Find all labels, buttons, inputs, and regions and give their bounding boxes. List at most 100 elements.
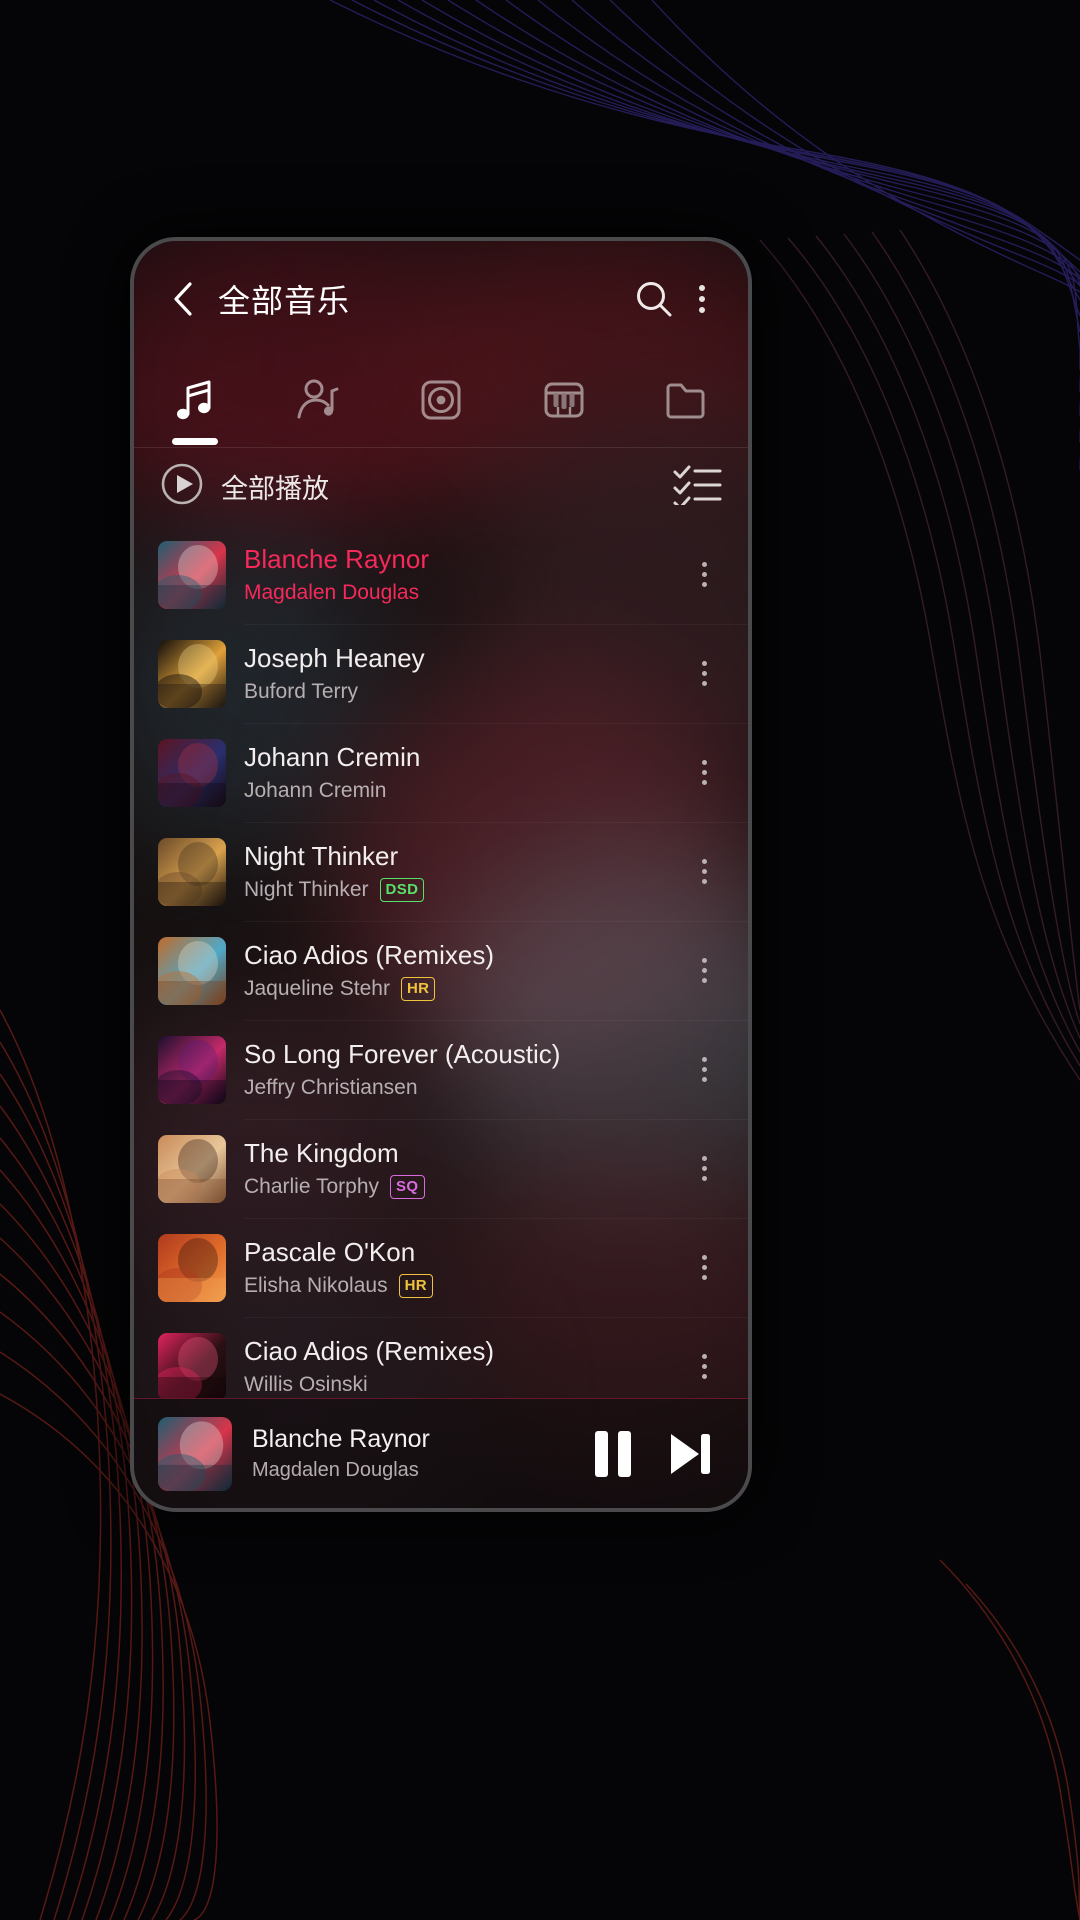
- quality-badge: SQ: [390, 1174, 425, 1199]
- song-artist: Willis Osinski: [244, 1372, 368, 1396]
- piano-keys-icon: [538, 374, 590, 431]
- song-subline: Willis Osinski: [244, 1373, 682, 1397]
- song-title: So Long Forever (Acoustic): [244, 1039, 561, 1070]
- album-artwork: [158, 837, 226, 906]
- song-title: Blanche Raynor: [244, 544, 429, 575]
- song-row[interactable]: So Long Forever (Acoustic) Jeffry Christi…: [134, 1020, 748, 1119]
- song-subline: Night Thinker DSD: [244, 877, 682, 902]
- more-options-button[interactable]: [682, 271, 722, 327]
- play-all-row[interactable]: 全部播放: [134, 448, 748, 525]
- song-options-button[interactable]: [682, 639, 726, 709]
- song-options-button[interactable]: [682, 1233, 726, 1303]
- song-row[interactable]: Blanche Raynor Magdalen Douglas: [134, 525, 748, 624]
- overflow-menu-icon: [701, 859, 707, 884]
- song-title: Ciao Adios (Remixes): [244, 940, 494, 971]
- song-meta: Ciao Adios (Remixes) Jaqueline Stehr HR: [244, 940, 682, 1001]
- song-subline: Buford Terry: [244, 680, 682, 704]
- album-artwork: [158, 1134, 226, 1203]
- song-row[interactable]: Pascale O'Kon Elisha Nikolaus HR: [134, 1218, 748, 1317]
- song-meta: Joseph Heaney Buford Terry: [244, 643, 682, 704]
- search-button[interactable]: [626, 271, 682, 327]
- song-list[interactable]: Blanche Raynor Magdalen Douglas Joseph Hea…: [134, 525, 748, 1398]
- song-options-button[interactable]: [682, 1035, 726, 1105]
- song-row[interactable]: Night Thinker Night Thinker DSD: [134, 822, 748, 921]
- song-row[interactable]: Joseph Heaney Buford Terry: [134, 624, 748, 723]
- song-subline: Charlie Torphy SQ: [244, 1174, 682, 1199]
- play-circle-icon: [160, 462, 204, 511]
- mini-player[interactable]: Blanche Raynor Magdalen Douglas: [134, 1398, 748, 1508]
- song-row[interactable]: Ciao Adios (Remixes) Willis Osinski: [134, 1317, 748, 1398]
- quality-badge: DSD: [379, 877, 425, 902]
- album-artwork: [158, 1332, 226, 1398]
- song-options-button[interactable]: [682, 1134, 726, 1204]
- overflow-menu-icon: [701, 1156, 707, 1181]
- phone-mockup-frame: 全部音乐 全部播放 Blanche Raynor Magdalen Dougla…: [130, 237, 752, 1512]
- song-artist: Jaqueline Stehr: [244, 976, 390, 1000]
- back-button[interactable]: [160, 276, 206, 322]
- play-all-label: 全部播放: [221, 474, 329, 504]
- song-options-button[interactable]: [682, 1332, 726, 1399]
- screenshot-root: 全部音乐 全部播放 Blanche Raynor Magdalen Dougla…: [0, 0, 1080, 1920]
- song-title: Ciao Adios (Remixes): [244, 1336, 494, 1367]
- overflow-menu-icon: [699, 285, 705, 313]
- song-row[interactable]: Ciao Adios (Remixes) Jaqueline Stehr HR: [134, 921, 748, 1020]
- song-artist: Charlie Torphy: [244, 1174, 380, 1198]
- mini-player-artist: Magdalen Douglas: [252, 1459, 419, 1481]
- song-title: Pascale O'Kon: [244, 1237, 416, 1268]
- song-artist: Elisha Nikolaus: [244, 1273, 388, 1297]
- page-title: 全部音乐: [218, 283, 351, 319]
- song-meta: Johann Cremin Johann Cremin: [244, 742, 682, 803]
- overflow-menu-icon: [701, 1354, 707, 1379]
- chevron-left-icon: [174, 282, 192, 316]
- overflow-menu-icon: [701, 1255, 707, 1280]
- folder-icon: [661, 374, 713, 431]
- song-subline: Jeffry Christiansen: [244, 1076, 682, 1100]
- song-options-button[interactable]: [682, 738, 726, 808]
- tab-genres[interactable]: [502, 357, 625, 447]
- song-subline: Jaqueline Stehr HR: [244, 976, 682, 1001]
- pause-icon: [595, 1430, 631, 1477]
- album-artwork: [158, 1035, 226, 1104]
- song-artist: Night Thinker: [244, 877, 369, 901]
- song-subline: Johann Cremin: [244, 779, 682, 803]
- overflow-menu-icon: [701, 958, 707, 983]
- song-meta: Blanche Raynor Magdalen Douglas: [244, 544, 682, 605]
- song-row[interactable]: Johann Cremin Johann Cremin: [134, 723, 748, 822]
- overflow-menu-icon: [701, 562, 707, 587]
- mini-player-title: Blanche Raynor: [252, 1425, 430, 1453]
- song-options-button[interactable]: [682, 936, 726, 1006]
- quality-badge: HR: [400, 976, 436, 1001]
- album-artwork: [158, 540, 226, 609]
- song-title: Johann Cremin: [244, 742, 421, 773]
- album-artwork: [158, 936, 226, 1005]
- multiselect-button[interactable]: [672, 463, 722, 510]
- song-options-button[interactable]: [682, 837, 726, 907]
- overflow-menu-icon: [701, 1057, 707, 1082]
- song-row[interactable]: The Kingdom Charlie Torphy SQ: [134, 1119, 748, 1218]
- album-artwork: [158, 1233, 226, 1302]
- next-track-button[interactable]: [658, 1423, 720, 1485]
- song-meta: Pascale O'Kon Elisha Nikolaus HR: [244, 1237, 682, 1298]
- album-artwork: [158, 639, 226, 708]
- pause-button[interactable]: [582, 1423, 644, 1485]
- song-meta: The Kingdom Charlie Torphy SQ: [244, 1138, 682, 1199]
- overflow-menu-icon: [701, 760, 707, 785]
- song-artist: Johann Cremin: [244, 778, 387, 802]
- song-meta: Ciao Adios (Remixes) Willis Osinski: [244, 1336, 682, 1397]
- music-note-icon: [169, 374, 221, 431]
- song-options-button[interactable]: [682, 540, 726, 610]
- tab-songs[interactable]: [134, 357, 257, 447]
- artist-icon: [292, 374, 344, 431]
- tab-artists[interactable]: [257, 357, 380, 447]
- song-title: Joseph Heaney: [244, 643, 425, 674]
- tab-folders[interactable]: [625, 357, 748, 447]
- song-title: Night Thinker: [244, 841, 399, 872]
- song-artist: Jeffry Christiansen: [244, 1075, 418, 1099]
- tab-albums[interactable]: [380, 357, 503, 447]
- mini-player-artwork: [158, 1416, 232, 1491]
- checklist-icon: [673, 465, 722, 510]
- app-header: 全部音乐: [134, 241, 748, 357]
- song-artist: Buford Terry: [244, 679, 358, 703]
- song-subline: Elisha Nikolaus HR: [244, 1273, 682, 1298]
- category-tab-bar: [134, 357, 748, 447]
